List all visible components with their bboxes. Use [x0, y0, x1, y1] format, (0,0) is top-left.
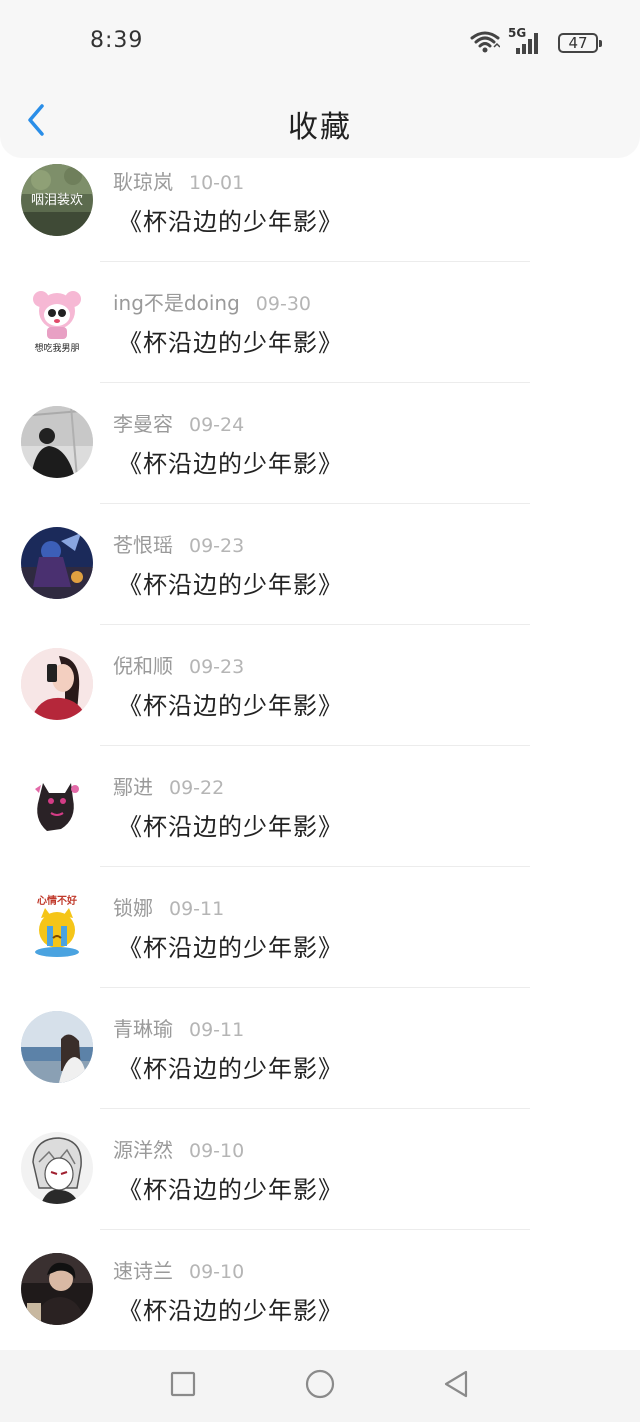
user-name: 苍恨瑶 — [113, 533, 173, 557]
date: 10-01 — [189, 172, 245, 194]
status-bar: 8:39 5G 47 — [0, 0, 640, 88]
user-name: 鄢进 — [113, 775, 153, 799]
status-time: 8:39 — [90, 28, 144, 53]
recent-apps-button[interactable] — [163, 1366, 203, 1406]
date: 09-23 — [189, 656, 245, 678]
name-line: 青琳瑜 09-11 — [113, 1013, 244, 1042]
date: 09-10 — [189, 1140, 245, 1162]
user-name: 源洋然 — [113, 1138, 173, 1162]
date: 09-11 — [169, 898, 225, 920]
song-title[interactable]: 《杯沿边的少年影》 — [118, 444, 343, 479]
signal-5g-icon: 5G — [508, 26, 542, 56]
song-title[interactable]: 《杯沿边的少年影》 — [118, 1291, 343, 1326]
name-line: 苍恨瑶 09-23 — [113, 529, 244, 558]
list-item[interactable]: 想吃我男朋 ing不是doing 09-30 《杯沿边的少年影》 — [0, 262, 640, 383]
page-title: 收藏 — [288, 110, 352, 145]
name-line: 锁娜 09-11 — [113, 892, 224, 921]
avatar[interactable] — [21, 1011, 93, 1083]
avatar[interactable] — [21, 527, 93, 599]
song-title[interactable]: 《杯沿边的少年影》 — [118, 323, 343, 358]
avatar[interactable] — [21, 769, 93, 841]
list-item[interactable]: 鄢进 09-22 《杯沿边的少年影》 — [0, 746, 640, 867]
user-name: 李曼容 — [113, 412, 173, 436]
song-title[interactable]: 《杯沿边的少年影》 — [118, 1170, 343, 1205]
system-nav-bar — [0, 1350, 640, 1422]
date: 09-24 — [189, 414, 245, 436]
list-item[interactable]: 咽泪装欢 耿琼岚 10-01 《杯沿边的少年影》 — [0, 158, 640, 262]
user-name: 速诗兰 — [113, 1259, 173, 1283]
date: 09-11 — [189, 1019, 245, 1041]
back-nav-button[interactable] — [436, 1366, 476, 1406]
avatar[interactable] — [21, 406, 93, 478]
date: 09-10 — [189, 1261, 245, 1283]
name-line: 李曼容 09-24 — [113, 408, 244, 437]
avatar[interactable]: 咽泪装欢 — [21, 164, 93, 236]
square-icon — [169, 1370, 197, 1402]
avatar[interactable]: 想吃我男朋 — [21, 285, 93, 357]
song-title[interactable]: 《杯沿边的少年影》 — [118, 1049, 343, 1084]
song-title[interactable]: 《杯沿边的少年影》 — [118, 807, 343, 842]
name-line: 源洋然 09-10 — [113, 1134, 244, 1163]
name-line: 鄢进 09-22 — [113, 771, 224, 800]
list-item[interactable]: 苍恨瑶 09-23 《杯沿边的少年影》 — [0, 504, 640, 625]
avatar-caption: 心情不好 — [37, 894, 77, 907]
status-icons: 5G 47 — [470, 26, 602, 58]
battery-level: 47 — [568, 34, 588, 52]
avatar[interactable]: 心情不好 — [21, 890, 93, 962]
list-item[interactable]: 李曼容 09-24 《杯沿边的少年影》 — [0, 383, 640, 504]
song-title[interactable]: 《杯沿边的少年影》 — [118, 686, 343, 721]
wifi-icon — [470, 29, 501, 57]
list-item[interactable]: 心情不好 锁娜 09-11 《杯沿边的少年影》 — [0, 867, 640, 988]
user-name: 耿琼岚 — [113, 170, 173, 194]
date: 09-30 — [255, 293, 312, 315]
title-bar: 收藏 — [0, 88, 640, 158]
triangle-back-icon — [441, 1369, 471, 1403]
header: 8:39 5G 47 收藏 — [0, 0, 640, 158]
list-item[interactable]: 速诗兰 09-10 《杯沿边的少年影》 — [0, 1230, 640, 1351]
list-item[interactable]: 青琳瑜 09-11 《杯沿边的少年影》 — [0, 988, 640, 1109]
avatar-caption: 想吃我男朋 — [34, 342, 79, 354]
song-title[interactable]: 《杯沿边的少年影》 — [118, 565, 343, 600]
name-line: 速诗兰 09-10 — [113, 1255, 244, 1284]
song-title[interactable]: 《杯沿边的少年影》 — [118, 928, 343, 963]
circle-icon — [304, 1368, 336, 1404]
user-name: ing不是doing — [113, 291, 240, 315]
user-name: 青琳瑜 — [113, 1017, 173, 1041]
date: 09-22 — [169, 777, 225, 799]
avatar-caption: 咽泪装欢 — [31, 193, 83, 208]
user-name: 倪和顺 — [113, 654, 173, 678]
song-title[interactable]: 《杯沿边的少年影》 — [118, 202, 343, 237]
avatar[interactable] — [21, 1132, 93, 1204]
name-line: 倪和顺 09-23 — [113, 650, 244, 679]
list-item[interactable]: 源洋然 09-10 《杯沿边的少年影》 — [0, 1109, 640, 1230]
user-name: 锁娜 — [113, 896, 153, 920]
date: 09-23 — [189, 535, 245, 557]
avatar[interactable] — [21, 648, 93, 720]
list-item[interactable]: 倪和顺 09-23 《杯沿边的少年影》 — [0, 625, 640, 746]
favorites-list: 咽泪装欢 耿琼岚 10-01 《杯沿边的少年影》 想吃我男朋 ing不是doin… — [0, 158, 640, 1351]
avatar[interactable] — [21, 1253, 93, 1325]
name-line: 耿琼岚 10-01 — [113, 166, 244, 195]
battery-icon: 47 — [558, 33, 602, 53]
home-button[interactable] — [300, 1366, 340, 1406]
name-line: ing不是doing 09-30 — [113, 287, 311, 316]
screen: 8:39 5G 47 收藏 咽泪装欢 耿琼岚 10-01 《杯沿边的少年影》 想… — [0, 0, 640, 1422]
